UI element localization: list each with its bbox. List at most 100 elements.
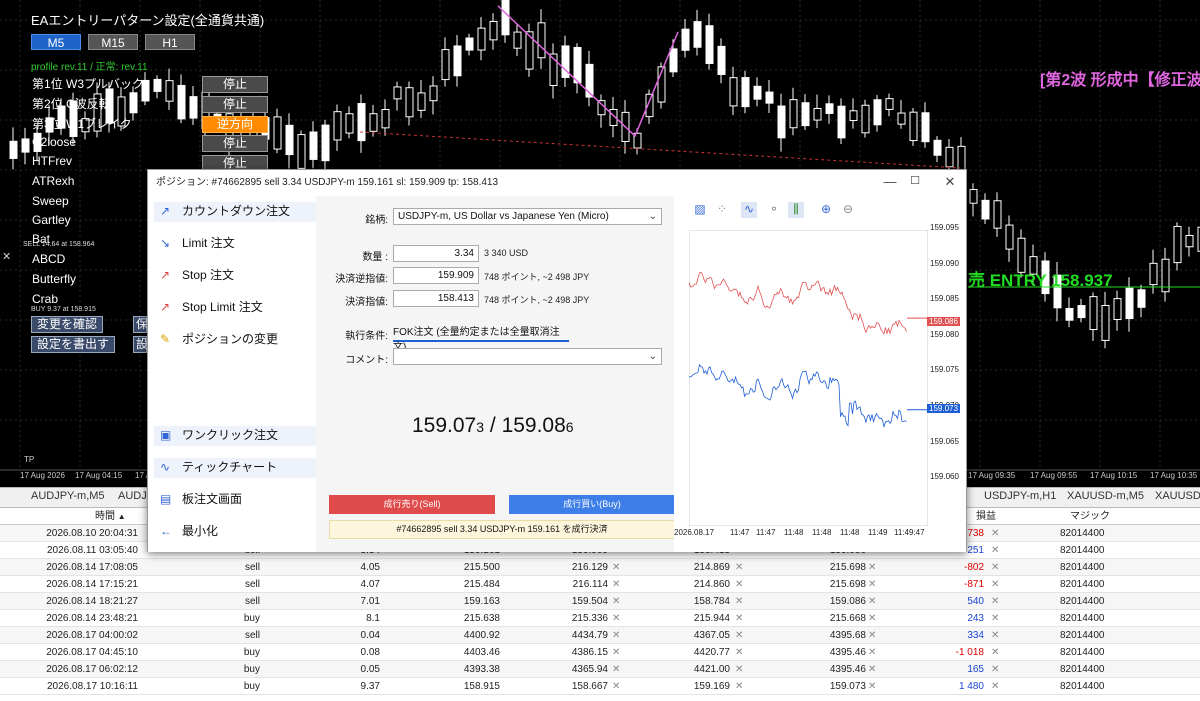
sell-market-button[interactable]: 成行売り(Sell) (329, 495, 495, 514)
remove-icon[interactable]: ✕ (612, 661, 620, 678)
sidebar-item-one-click[interactable]: ▣ ワンクリック注文 (154, 426, 316, 446)
confirm-changes-button[interactable]: 変更を確認 (31, 316, 104, 333)
remove-icon[interactable]: ✕ (735, 559, 743, 576)
sidebar-item-minimize[interactable]: ← 最小化 (160, 522, 218, 542)
remove-icon[interactable]: ✕ (735, 678, 743, 695)
remove-icon[interactable]: ✕ (868, 661, 876, 678)
rank-4-button[interactable]: 停止 (202, 135, 268, 152)
points-icon[interactable]: ⚬ (766, 202, 782, 218)
remove-icon[interactable]: ✕ (735, 576, 743, 593)
zoom-in-icon[interactable]: ⊕ (818, 202, 834, 218)
remove-icon[interactable]: ✕ (868, 610, 876, 627)
volume-cell: 0.04 (360, 630, 380, 641)
scatter-icon[interactable]: ⁘ (714, 202, 730, 218)
remove-icon[interactable]: ✕ (612, 593, 620, 610)
pnl-column-header[interactable]: 損益 (976, 508, 996, 525)
stop-loss-field[interactable]: 159.909 (393, 267, 479, 284)
sidebar-item-depth[interactable]: ▤ 板注文画面 (160, 490, 242, 510)
sidebar-item-countdown[interactable]: ↗ カウントダウン注文 (154, 202, 316, 222)
chart-type-icon[interactable]: ▨ (692, 202, 708, 218)
comment-field[interactable]: ⌄ (393, 348, 662, 365)
export-settings-button[interactable]: 設定を書出す (31, 336, 116, 353)
current-cell: 159.086 (829, 596, 866, 607)
remove-icon[interactable]: ✕ (868, 678, 876, 695)
pnl-cell: 243 (967, 613, 984, 624)
sidebar-item-limit[interactable]: ↘ Limit 注文 (160, 234, 235, 254)
tab-usdjpy-h1[interactable]: USDJPY-m,H1 (984, 490, 1056, 502)
table-row[interactable]: 2026.08.14 23:48:21 buy 8.1 215.638 215.336 ✕… (0, 610, 1200, 627)
remove-icon[interactable]: ✕ (735, 593, 743, 610)
remove-icon[interactable]: ✕ (868, 559, 876, 576)
table-row[interactable]: 2026.08.14 17:15:21 sell 4.07 215.484 216.11… (0, 576, 1200, 593)
y-tick-label: 159.095 (930, 223, 959, 232)
close-position-icon[interactable]: ✕ (991, 593, 999, 610)
sidebar-item-stop[interactable]: ↗ Stop 注文 (160, 266, 234, 286)
remove-icon[interactable]: ✕ (735, 610, 743, 627)
chevron-down-icon: ⌄ (648, 211, 657, 222)
magic-column-header[interactable]: マジック (1070, 508, 1110, 525)
table-row[interactable]: 2026.08.17 06:02:12 buy 0.05 4393.38 4365.94… (0, 661, 1200, 678)
close-marker-icon[interactable]: ✕ (2, 250, 11, 263)
remove-icon[interactable]: ✕ (735, 644, 743, 661)
tp-cell: 159.169 (693, 681, 730, 692)
close-position-icon[interactable]: ✕ (991, 542, 999, 559)
close-position-icon[interactable]: ✕ (991, 627, 999, 644)
pnl-cell: -1 018 (955, 647, 984, 658)
settings-cut-button[interactable]: 設 (133, 336, 148, 353)
save-cut-button[interactable]: 保 (133, 316, 148, 333)
remove-icon[interactable]: ✕ (612, 644, 620, 661)
sidebar-item-modify[interactable]: ✎ ポジションの変更 (160, 330, 278, 350)
time-column-header[interactable]: 時間 ▲ (95, 508, 126, 525)
close-position-icon[interactable]: ✕ (991, 610, 999, 627)
minimize-window-icon[interactable]: — (880, 174, 900, 192)
close-window-icon[interactable]: ✕ (940, 174, 960, 192)
type-cell: buy (243, 647, 260, 658)
pnl-cell: -871 (963, 579, 984, 590)
rank-3-button[interactable]: 逆方向 (202, 116, 268, 133)
sidebar-item-stop-limit[interactable]: ↗ Stop Limit 注文 (160, 298, 263, 318)
rank-1-button[interactable]: 停止 (202, 76, 268, 93)
bars-icon[interactable]: ⫼ (788, 202, 804, 218)
timeframe-m15-button[interactable]: M15 (88, 34, 138, 50)
table-row[interactable]: 2026.08.17 10:16:11 buy 9.37 158.915 158.667… (0, 678, 1200, 695)
tab-audjpy-m5[interactable]: AUDJPY-m,M5 (31, 490, 105, 502)
execution-select[interactable]: FOK注文 (全量約定または全量取消注文) (393, 325, 569, 353)
table-row[interactable]: 2026.08.14 17:08:05 sell 4.05 215.500 216.12… (0, 559, 1200, 576)
remove-icon[interactable]: ✕ (868, 593, 876, 610)
close-position-icon[interactable]: ✕ (991, 644, 999, 661)
rank-2-button[interactable]: 停止 (202, 96, 268, 113)
close-position-icon[interactable]: ✕ (991, 661, 999, 678)
remove-icon[interactable]: ✕ (735, 661, 743, 678)
table-row[interactable]: 2026.08.17 04:45:10 buy 0.08 4403.46 4386.15… (0, 644, 1200, 661)
close-position-icon[interactable]: ✕ (991, 559, 999, 576)
tab-xauusd-m5[interactable]: XAUUSD-m,M5 (1067, 490, 1144, 502)
close-position-icon[interactable]: ✕ (991, 678, 999, 695)
remove-icon[interactable]: ✕ (868, 576, 876, 593)
close-position-icon[interactable]: ✕ (991, 576, 999, 593)
remove-icon[interactable]: ✕ (612, 627, 620, 644)
remove-icon[interactable]: ✕ (612, 678, 620, 695)
tab-xauusd[interactable]: XAUUSD- (1155, 490, 1200, 502)
quantity-field[interactable]: 3.34 (393, 245, 479, 262)
table-row[interactable]: 2026.08.17 04:00:02 sell 0.04 4400.92 4434.7… (0, 627, 1200, 644)
symbol-select[interactable]: USDJPY-m, US Dollar vs Japanese Yen (Mic… (393, 208, 662, 225)
sl-cell: 216.129 (571, 562, 608, 573)
take-profit-field[interactable]: 158.413 (393, 290, 479, 307)
timeframe-m5-button[interactable]: M5 (31, 34, 81, 50)
y-tick-label: 159.080 (930, 329, 959, 339)
table-row[interactable]: 2026.08.14 18:21:27 sell 7.01 159.163 159.50… (0, 593, 1200, 610)
maximize-window-icon[interactable]: ☐ (905, 174, 925, 192)
remove-icon[interactable]: ✕ (612, 610, 620, 627)
line-mode-icon[interactable]: ∿ (741, 202, 757, 218)
remove-icon[interactable]: ✕ (612, 559, 620, 576)
close-position-button[interactable]: #74662895 sell 3.34 USDJPY-m 159.161 を成行… (329, 520, 675, 539)
remove-icon[interactable]: ✕ (868, 627, 876, 644)
timeframe-h1-button[interactable]: H1 (145, 34, 195, 50)
sidebar-item-tick-chart[interactable]: ∿ ティックチャート (154, 458, 316, 478)
remove-icon[interactable]: ✕ (735, 627, 743, 644)
remove-icon[interactable]: ✕ (612, 576, 620, 593)
close-position-icon[interactable]: ✕ (991, 525, 999, 542)
zoom-out-icon[interactable]: ⊖ (840, 202, 856, 218)
buy-market-button[interactable]: 成行買い(Buy) (509, 495, 675, 514)
remove-icon[interactable]: ✕ (868, 644, 876, 661)
